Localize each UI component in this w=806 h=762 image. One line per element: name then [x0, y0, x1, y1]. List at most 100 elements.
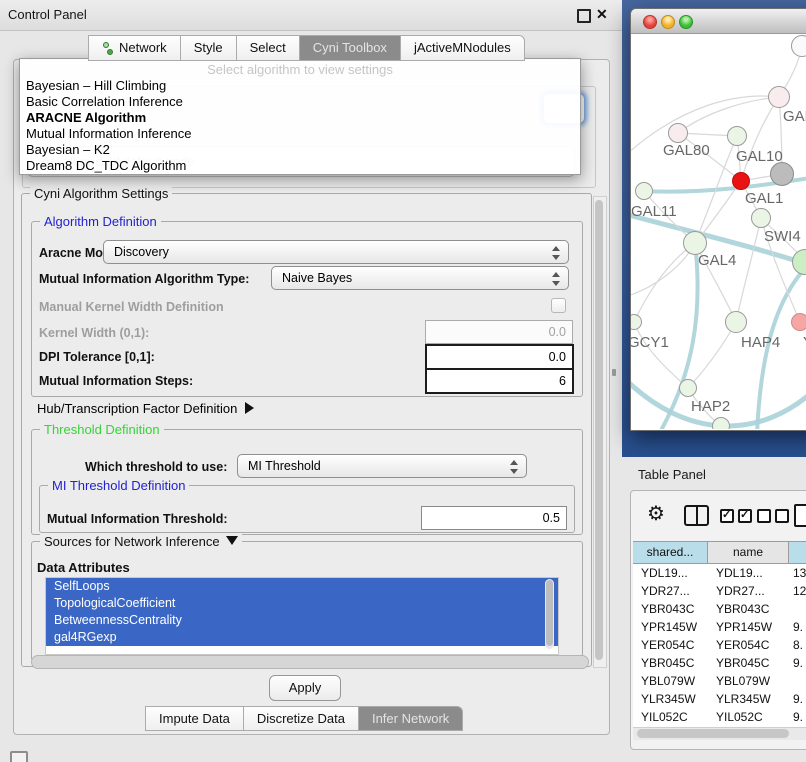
bottom-tab[interactable]: Impute Data — [145, 706, 243, 731]
network-node-label: GAL — [783, 108, 806, 125]
splitter-handle[interactable] — [612, 369, 616, 376]
dropdown-placeholder: Select algorithm to view settings — [20, 62, 580, 77]
bottom-tab[interactable]: Infer Network — [358, 706, 463, 731]
control-panel-tabs: Network Style Select Cyni Toolbox jActiv… — [88, 35, 525, 61]
table-row[interactable]: YBR043C YBR043C — [633, 600, 806, 618]
panel-corner-icon[interactable] — [10, 751, 28, 762]
mi-threshold-label: Mutual Information Threshold: — [47, 512, 228, 526]
column-header-name[interactable]: name — [708, 542, 789, 563]
network-icon — [102, 42, 114, 55]
algorithm-option[interactable]: Basic Correlation Inference — [20, 94, 580, 110]
network-node[interactable] — [770, 162, 794, 186]
data-attribute-item[interactable]: gal4RGexp — [46, 629, 558, 646]
which-threshold-value: MI Threshold — [248, 459, 321, 473]
column-header-cut[interactable] — [789, 542, 806, 563]
algorithm-option[interactable]: Mutual Information Inference — [20, 126, 580, 142]
tab-label: Infer Network — [372, 707, 449, 730]
network-canvas[interactable]: GALGAL80GAL10GAL1GAL11SWI4GAL4GCY1HAP4YH… — [631, 34, 806, 429]
network-node-hap4[interactable] — [725, 311, 747, 333]
algorithm-option[interactable]: ARACNE Algorithm — [20, 110, 580, 126]
network-node-gal11[interactable] — [635, 182, 653, 200]
network-node[interactable] — [791, 35, 806, 57]
bottom-tab[interactable]: Discretize Data — [243, 706, 358, 731]
tab-label: Impute Data — [159, 707, 230, 730]
cyni-settings-legend: Cyni Algorithm Settings — [30, 186, 172, 201]
tab-label: Cyni Toolbox — [313, 36, 387, 60]
table-row[interactable]: YER054C YER054C 8. — [633, 636, 806, 654]
apply-button[interactable]: Apply — [269, 675, 341, 701]
table-row[interactable]: YBR045C YBR045C 9. — [633, 654, 806, 672]
network-window[interactable]: GALGAL80GAL10GAL1GAL11SWI4GAL4GCY1HAP4YH… — [630, 8, 806, 431]
network-node[interactable] — [712, 417, 730, 429]
checked-box-icon — [738, 509, 752, 523]
window-close-icon[interactable] — [643, 15, 657, 29]
network-node-gal1[interactable] — [732, 172, 750, 190]
combo-arrows-icon — [509, 460, 517, 474]
control-panel-tab[interactable]: Select — [236, 35, 299, 61]
algorithm-option[interactable]: Dream8 DC_TDC Algorithm — [20, 158, 580, 174]
split-view-icon[interactable] — [684, 505, 709, 526]
unchecked-box-icon — [775, 509, 789, 523]
list-scrollbar[interactable] — [545, 579, 554, 649]
combo-arrows-icon — [551, 246, 559, 260]
tab-label: Select — [250, 36, 286, 60]
mi-type-value: Naive Bayes — [282, 271, 352, 285]
network-node-label: HAP4 — [741, 334, 780, 351]
kernel-width-input[interactable] — [425, 320, 573, 344]
network-node-label: SWI4 — [764, 228, 801, 245]
table-panel-title: Table Panel — [638, 467, 706, 482]
horizontal-scrollbar[interactable] — [31, 655, 589, 669]
mi-threshold-input[interactable] — [421, 506, 567, 530]
table-row[interactable]: YBL079W YBL079W — [633, 672, 806, 690]
network-window-titlebar[interactable] — [631, 9, 806, 34]
float-panel-icon[interactable] — [577, 9, 591, 23]
table-row[interactable]: YLR345W YLR345W 9. — [633, 690, 806, 708]
gear-icon[interactable]: ⚙ — [647, 501, 665, 526]
mi-type-combo[interactable]: Naive Bayes — [271, 266, 569, 290]
column-header-shared-name[interactable]: shared... — [633, 542, 708, 563]
table-panel: ⚙ shared... name YDL19... — [630, 490, 806, 750]
data-attribute-item[interactable]: BetweennessCentrality — [46, 612, 558, 629]
screen: Control Panel ✕ Network Style Select Cyn… — [0, 0, 806, 762]
tab-label: Style — [194, 36, 223, 60]
deselect-all-columns-icon[interactable] — [757, 509, 789, 523]
dropdown-items: Bayesian – Hill Climbing Basic Correlati… — [20, 78, 580, 174]
data-attribute-item[interactable]: SelfLoops — [46, 578, 558, 595]
control-panel-tab[interactable]: Cyni Toolbox — [299, 35, 400, 61]
control-panel-tab[interactable]: jActiveMNodules — [400, 35, 525, 61]
table-row[interactable]: YIL052C YIL052C 9. — [633, 708, 806, 726]
network-node-gal10[interactable] — [727, 126, 747, 146]
table-horizontal-scrollbar[interactable] — [633, 727, 806, 740]
window-minimize-icon[interactable] — [661, 15, 675, 29]
dpi-tolerance-label: DPI Tolerance [0,1]: — [39, 350, 155, 364]
table-row[interactable]: YPR145W YPR145W 9. — [633, 618, 806, 636]
network-node-y[interactable] — [791, 313, 806, 331]
algorithm-option[interactable]: Bayesian – Hill Climbing — [20, 78, 580, 94]
network-node-swi4[interactable] — [751, 208, 771, 228]
page-icon[interactable] — [794, 504, 806, 527]
table-row[interactable]: YDR27... YDR27... 12 — [633, 582, 806, 600]
window-zoom-icon[interactable] — [679, 15, 693, 29]
data-attribute-item[interactable]: TopologicalCoefficient — [46, 595, 558, 612]
dpi-tolerance-input[interactable] — [425, 344, 574, 370]
close-icon[interactable]: ✕ — [596, 6, 608, 23]
mi-steps-input[interactable] — [425, 368, 574, 394]
sources-legend[interactable]: Sources for Network Inference — [40, 534, 242, 549]
network-node-hap2[interactable] — [679, 379, 697, 397]
aracne-mode-combo[interactable]: Discovery — [103, 240, 569, 264]
network-node-label: GCY1 — [631, 334, 669, 351]
table-row[interactable]: YDL19... YDL19... 13 — [633, 564, 806, 582]
network-node-gal80[interactable] — [668, 123, 688, 143]
which-threshold-combo[interactable]: MI Threshold — [237, 454, 527, 478]
select-all-columns-icon[interactable] — [720, 509, 752, 523]
control-panel-tab[interactable]: Network — [88, 35, 180, 61]
algorithm-option[interactable]: Bayesian – K2 — [20, 142, 580, 158]
data-attributes-list[interactable]: SelfLoops TopologicalCoefficient Between… — [45, 577, 559, 655]
control-panel-tab[interactable]: Style — [180, 35, 236, 61]
hub-definition-toggle[interactable]: Hub/Transcription Factor Definition — [37, 401, 254, 416]
manual-kernel-checkbox[interactable] — [551, 298, 566, 313]
network-node-gal[interactable] — [768, 86, 790, 108]
threshold-definition-legend: Threshold Definition — [40, 422, 164, 437]
settings-scrollbar[interactable] — [593, 196, 607, 668]
control-panel-titlebar: Control Panel ✕ — [0, 0, 622, 31]
